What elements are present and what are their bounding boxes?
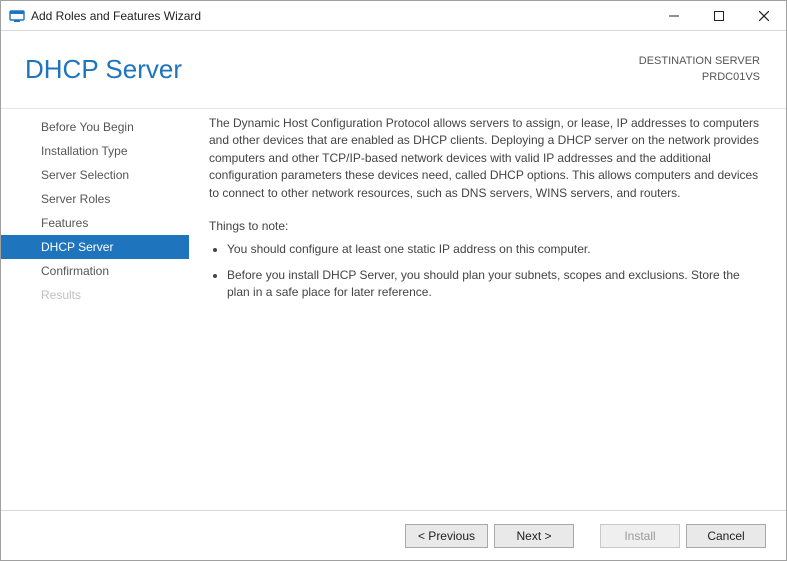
page-title: DHCP Server: [25, 54, 639, 85]
install-button[interactable]: Install: [600, 524, 680, 548]
titlebar: Add Roles and Features Wizard: [1, 1, 786, 31]
window-controls: [651, 1, 786, 30]
wizard-header: DHCP Server DESTINATION SERVER PRDC01VS: [1, 31, 786, 109]
minimize-button[interactable]: [651, 1, 696, 30]
nav-item-server-roles[interactable]: Server Roles: [1, 187, 189, 211]
nav-item-server-selection[interactable]: Server Selection: [1, 163, 189, 187]
notes-list: You should configure at least one static…: [209, 241, 764, 301]
wizard-footer: < Previous Next > Install Cancel: [1, 510, 786, 560]
next-button[interactable]: Next >: [494, 524, 574, 548]
notes-heading: Things to note:: [209, 218, 764, 235]
wizard-body: Before You BeginInstallation TypeServer …: [1, 109, 786, 510]
destination-label: DESTINATION SERVER: [639, 54, 760, 69]
nav-item-features[interactable]: Features: [1, 211, 189, 235]
previous-button[interactable]: < Previous: [405, 524, 488, 548]
note-item: Before you install DHCP Server, you shou…: [227, 267, 764, 302]
destination-info: DESTINATION SERVER PRDC01VS: [639, 54, 760, 85]
window-title: Add Roles and Features Wizard: [31, 9, 651, 23]
close-button[interactable]: [741, 1, 786, 30]
intro-text: The Dynamic Host Configuration Protocol …: [209, 115, 764, 202]
nav-item-dhcp-server[interactable]: DHCP Server: [1, 235, 189, 259]
nav-item-results: Results: [1, 283, 189, 307]
wizard-nav: Before You BeginInstallation TypeServer …: [1, 109, 189, 510]
wizard-content: The Dynamic Host Configuration Protocol …: [189, 109, 786, 510]
cancel-button[interactable]: Cancel: [686, 524, 766, 548]
app-icon: [9, 8, 25, 24]
nav-item-confirmation[interactable]: Confirmation: [1, 259, 189, 283]
note-item: You should configure at least one static…: [227, 241, 764, 258]
destination-value: PRDC01VS: [639, 70, 760, 85]
nav-item-installation-type[interactable]: Installation Type: [1, 139, 189, 163]
nav-item-before-you-begin[interactable]: Before You Begin: [1, 115, 189, 139]
maximize-button[interactable]: [696, 1, 741, 30]
